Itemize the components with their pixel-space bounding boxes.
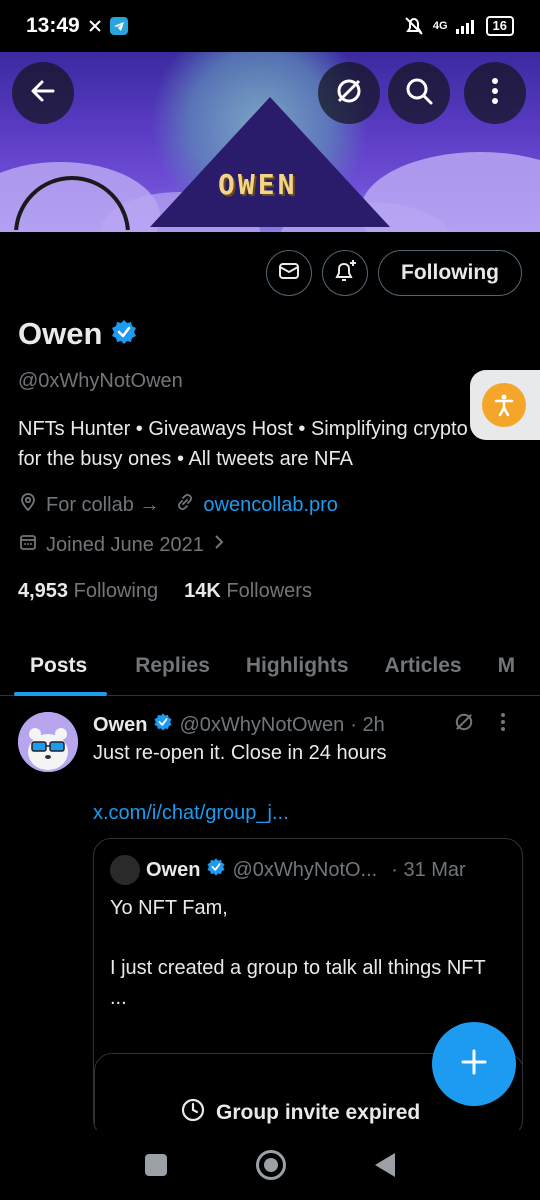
post-more-icon[interactable] xyxy=(500,712,506,738)
back-nav-button[interactable] xyxy=(375,1153,396,1177)
banner-title: OWEN xyxy=(218,168,298,201)
tab-articles[interactable]: Articles xyxy=(367,636,480,696)
tab-media[interactable]: M xyxy=(480,636,534,696)
link-icon xyxy=(175,492,195,518)
home-button[interactable] xyxy=(255,1150,286,1180)
home-icon xyxy=(263,1158,278,1172)
recent-apps-button[interactable] xyxy=(144,1154,167,1176)
compose-post-button[interactable] xyxy=(432,1022,516,1106)
profile-name: Owen xyxy=(18,316,103,351)
tab-highlights[interactable]: Highlights xyxy=(228,636,367,696)
group-invite-status: Group invite expired xyxy=(180,1097,420,1129)
post-link[interactable]: x.com/i/chat/group_j... xyxy=(93,802,289,825)
profile-meta-joined[interactable]: Joined June 2021 xyxy=(18,532,226,558)
more-button[interactable] xyxy=(464,62,526,124)
joined-text: Joined June 2021 xyxy=(46,533,204,556)
signal-icon xyxy=(455,18,478,34)
calendar-icon xyxy=(18,532,38,558)
grok-icon[interactable] xyxy=(452,710,476,739)
group-invite-label: Group invite expired xyxy=(216,1101,421,1124)
post-author-name[interactable]: Owen xyxy=(93,714,147,737)
profile-meta-location: For collab → owencollab.pro xyxy=(18,492,338,518)
back-button[interactable] xyxy=(12,62,74,124)
quoted-post-header: Owen @0xWhyNotO... · 31 Mar xyxy=(110,855,466,885)
system-nav-bar xyxy=(0,1130,540,1200)
clock-icon xyxy=(180,1097,206,1129)
chevron-right-icon xyxy=(212,533,226,557)
following-count: 4,953 xyxy=(18,580,69,602)
post-time: · 2h xyxy=(350,713,385,736)
grok-icon xyxy=(334,76,364,111)
status-bar: 13:49 4G 16 xyxy=(0,0,540,52)
plus-icon xyxy=(459,1047,489,1082)
following-stat[interactable]: 4,953 Following xyxy=(18,580,158,603)
location-text: For collab → xyxy=(46,493,160,516)
status-time: 13:49 xyxy=(26,14,80,37)
quoted-author-avatar xyxy=(110,855,140,885)
verified-badge-icon xyxy=(153,712,173,738)
quoted-author-handle: @0xWhyNotO... xyxy=(232,858,378,881)
telegram-icon xyxy=(109,17,128,35)
post-header: Owen @0xWhyNotOwen · 2h xyxy=(93,712,385,738)
network-label: 4G xyxy=(432,20,448,32)
tab-posts[interactable]: Posts xyxy=(0,636,117,696)
search-button[interactable] xyxy=(388,62,450,124)
accessibility-icon xyxy=(482,383,526,427)
more-vertical-icon xyxy=(491,77,499,110)
verified-badge-icon[interactable] xyxy=(110,318,138,351)
profile-bio: NFTs Hunter • Giveaways Host • Simplifyi… xyxy=(18,418,468,470)
mail-icon xyxy=(277,259,301,288)
profile-actions: Following xyxy=(266,250,522,296)
arrow-left-icon xyxy=(28,76,58,111)
followers-stat[interactable]: 14K Followers xyxy=(184,580,312,603)
profile-name-row: Owen xyxy=(18,316,138,352)
follow-stats: 4,953 Following 14K Followers xyxy=(18,580,312,603)
following-label: Following xyxy=(73,580,159,602)
x-icon xyxy=(88,19,102,33)
mute-bell-icon xyxy=(403,15,425,37)
post-author-handle: @0xWhyNotOwen xyxy=(179,713,345,736)
quoted-post-text: Yo NFT Fam, I just created a group to ta… xyxy=(110,897,486,1009)
profile-tabs: Posts Replies Highlights Articles M xyxy=(0,636,540,696)
following-button[interactable]: Following xyxy=(378,250,522,296)
search-icon xyxy=(404,76,434,111)
notify-button[interactable] xyxy=(322,250,369,296)
message-button[interactable] xyxy=(266,250,313,296)
battery-indicator: 16 xyxy=(485,16,514,36)
grok-button[interactable] xyxy=(318,62,380,124)
website-link[interactable]: owencollab.pro xyxy=(203,494,338,517)
bell-plus-icon xyxy=(332,258,358,289)
location-pin-icon xyxy=(18,492,38,518)
profile-handle: @0xWhyNotOwen xyxy=(18,370,183,392)
quoted-author-name: Owen xyxy=(146,858,201,881)
post-author-avatar[interactable] xyxy=(18,712,78,772)
verified-badge-icon xyxy=(206,857,226,883)
followers-count: 14K xyxy=(184,580,221,602)
quoted-post-time: · 31 Mar xyxy=(391,858,466,881)
accessibility-button[interactable] xyxy=(470,370,540,440)
post-text: Just re-open it. Close in 24 hours xyxy=(93,742,387,764)
followers-label: Followers xyxy=(226,580,312,602)
tab-replies[interactable]: Replies xyxy=(117,636,228,696)
